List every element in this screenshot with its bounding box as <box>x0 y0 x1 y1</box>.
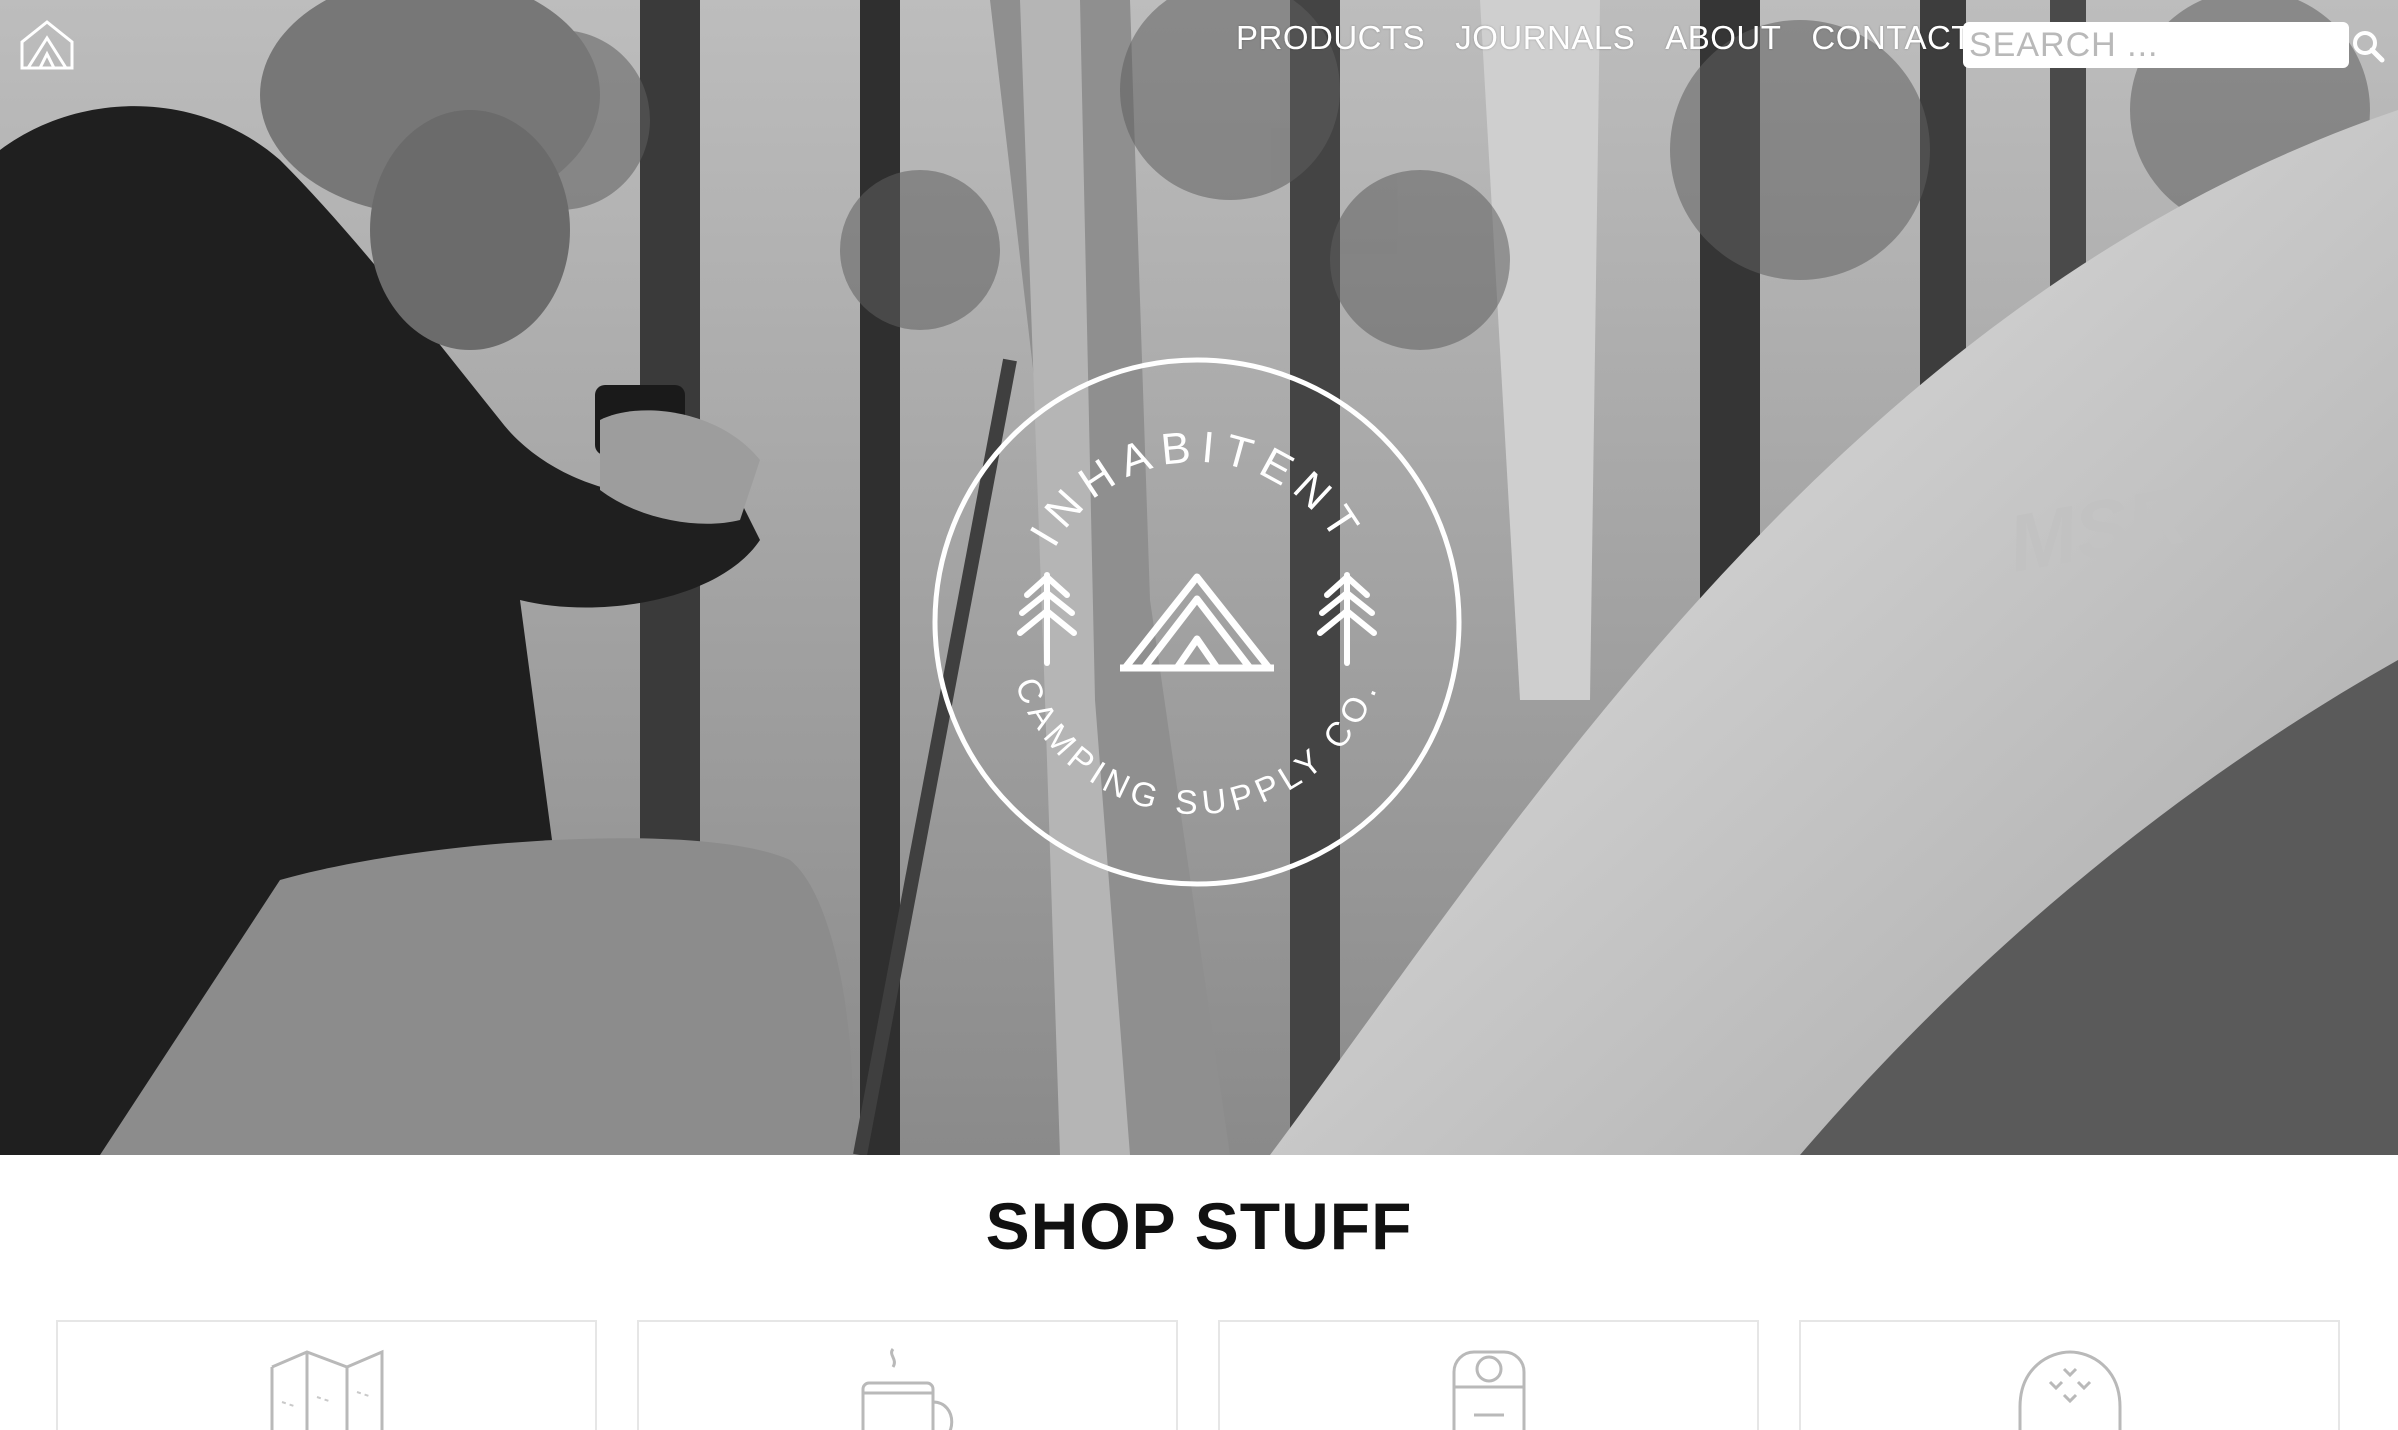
category-card-sleeping-bags[interactable] <box>1218 1320 1759 1430</box>
nav-journals-link[interactable]: JOURNALS <box>1455 18 1635 58</box>
nav-about-link[interactable]: ABOUT <box>1665 18 1781 58</box>
hero-section: MSR PRODUCTS JOURNALS ABOUT CONTACT SEAR… <box>0 0 2398 1155</box>
category-card-maps[interactable] <box>56 1320 597 1430</box>
map-icon <box>270 1349 383 1430</box>
main-nav: PRODUCTS JOURNALS ABOUT CONTACT <box>1236 18 1972 58</box>
search-box <box>1963 22 2349 68</box>
product-category-cards <box>56 1320 2340 1430</box>
search-icon[interactable] <box>2350 28 2386 64</box>
beanie-icon <box>2018 1350 2121 1430</box>
badge-top-text: INHABITENT <box>1021 422 1373 554</box>
nav-contact-link[interactable]: CONTACT <box>1811 18 1972 58</box>
shop-section-title: SHOP STUFF <box>985 1189 1413 1263</box>
brand-badge-logo: INHABITENT CAMPING SUPPLY CO. <box>932 357 1462 887</box>
sleeping-bag-icon <box>1452 1350 1525 1430</box>
nav-products-link[interactable]: PRODUCTS <box>1236 18 1425 58</box>
category-card-mugs[interactable] <box>637 1320 1178 1430</box>
badge-bottom-text: CAMPING SUPPLY CO. <box>1007 672 1386 822</box>
search-input[interactable] <box>1963 22 2349 68</box>
category-card-beanies[interactable] <box>1799 1320 2340 1430</box>
mug-icon <box>861 1348 953 1430</box>
site-logo-icon[interactable] <box>18 18 76 70</box>
tree-icon-left <box>1017 572 1077 666</box>
tent-icon <box>1120 573 1274 672</box>
tree-icon-right <box>1317 572 1377 666</box>
